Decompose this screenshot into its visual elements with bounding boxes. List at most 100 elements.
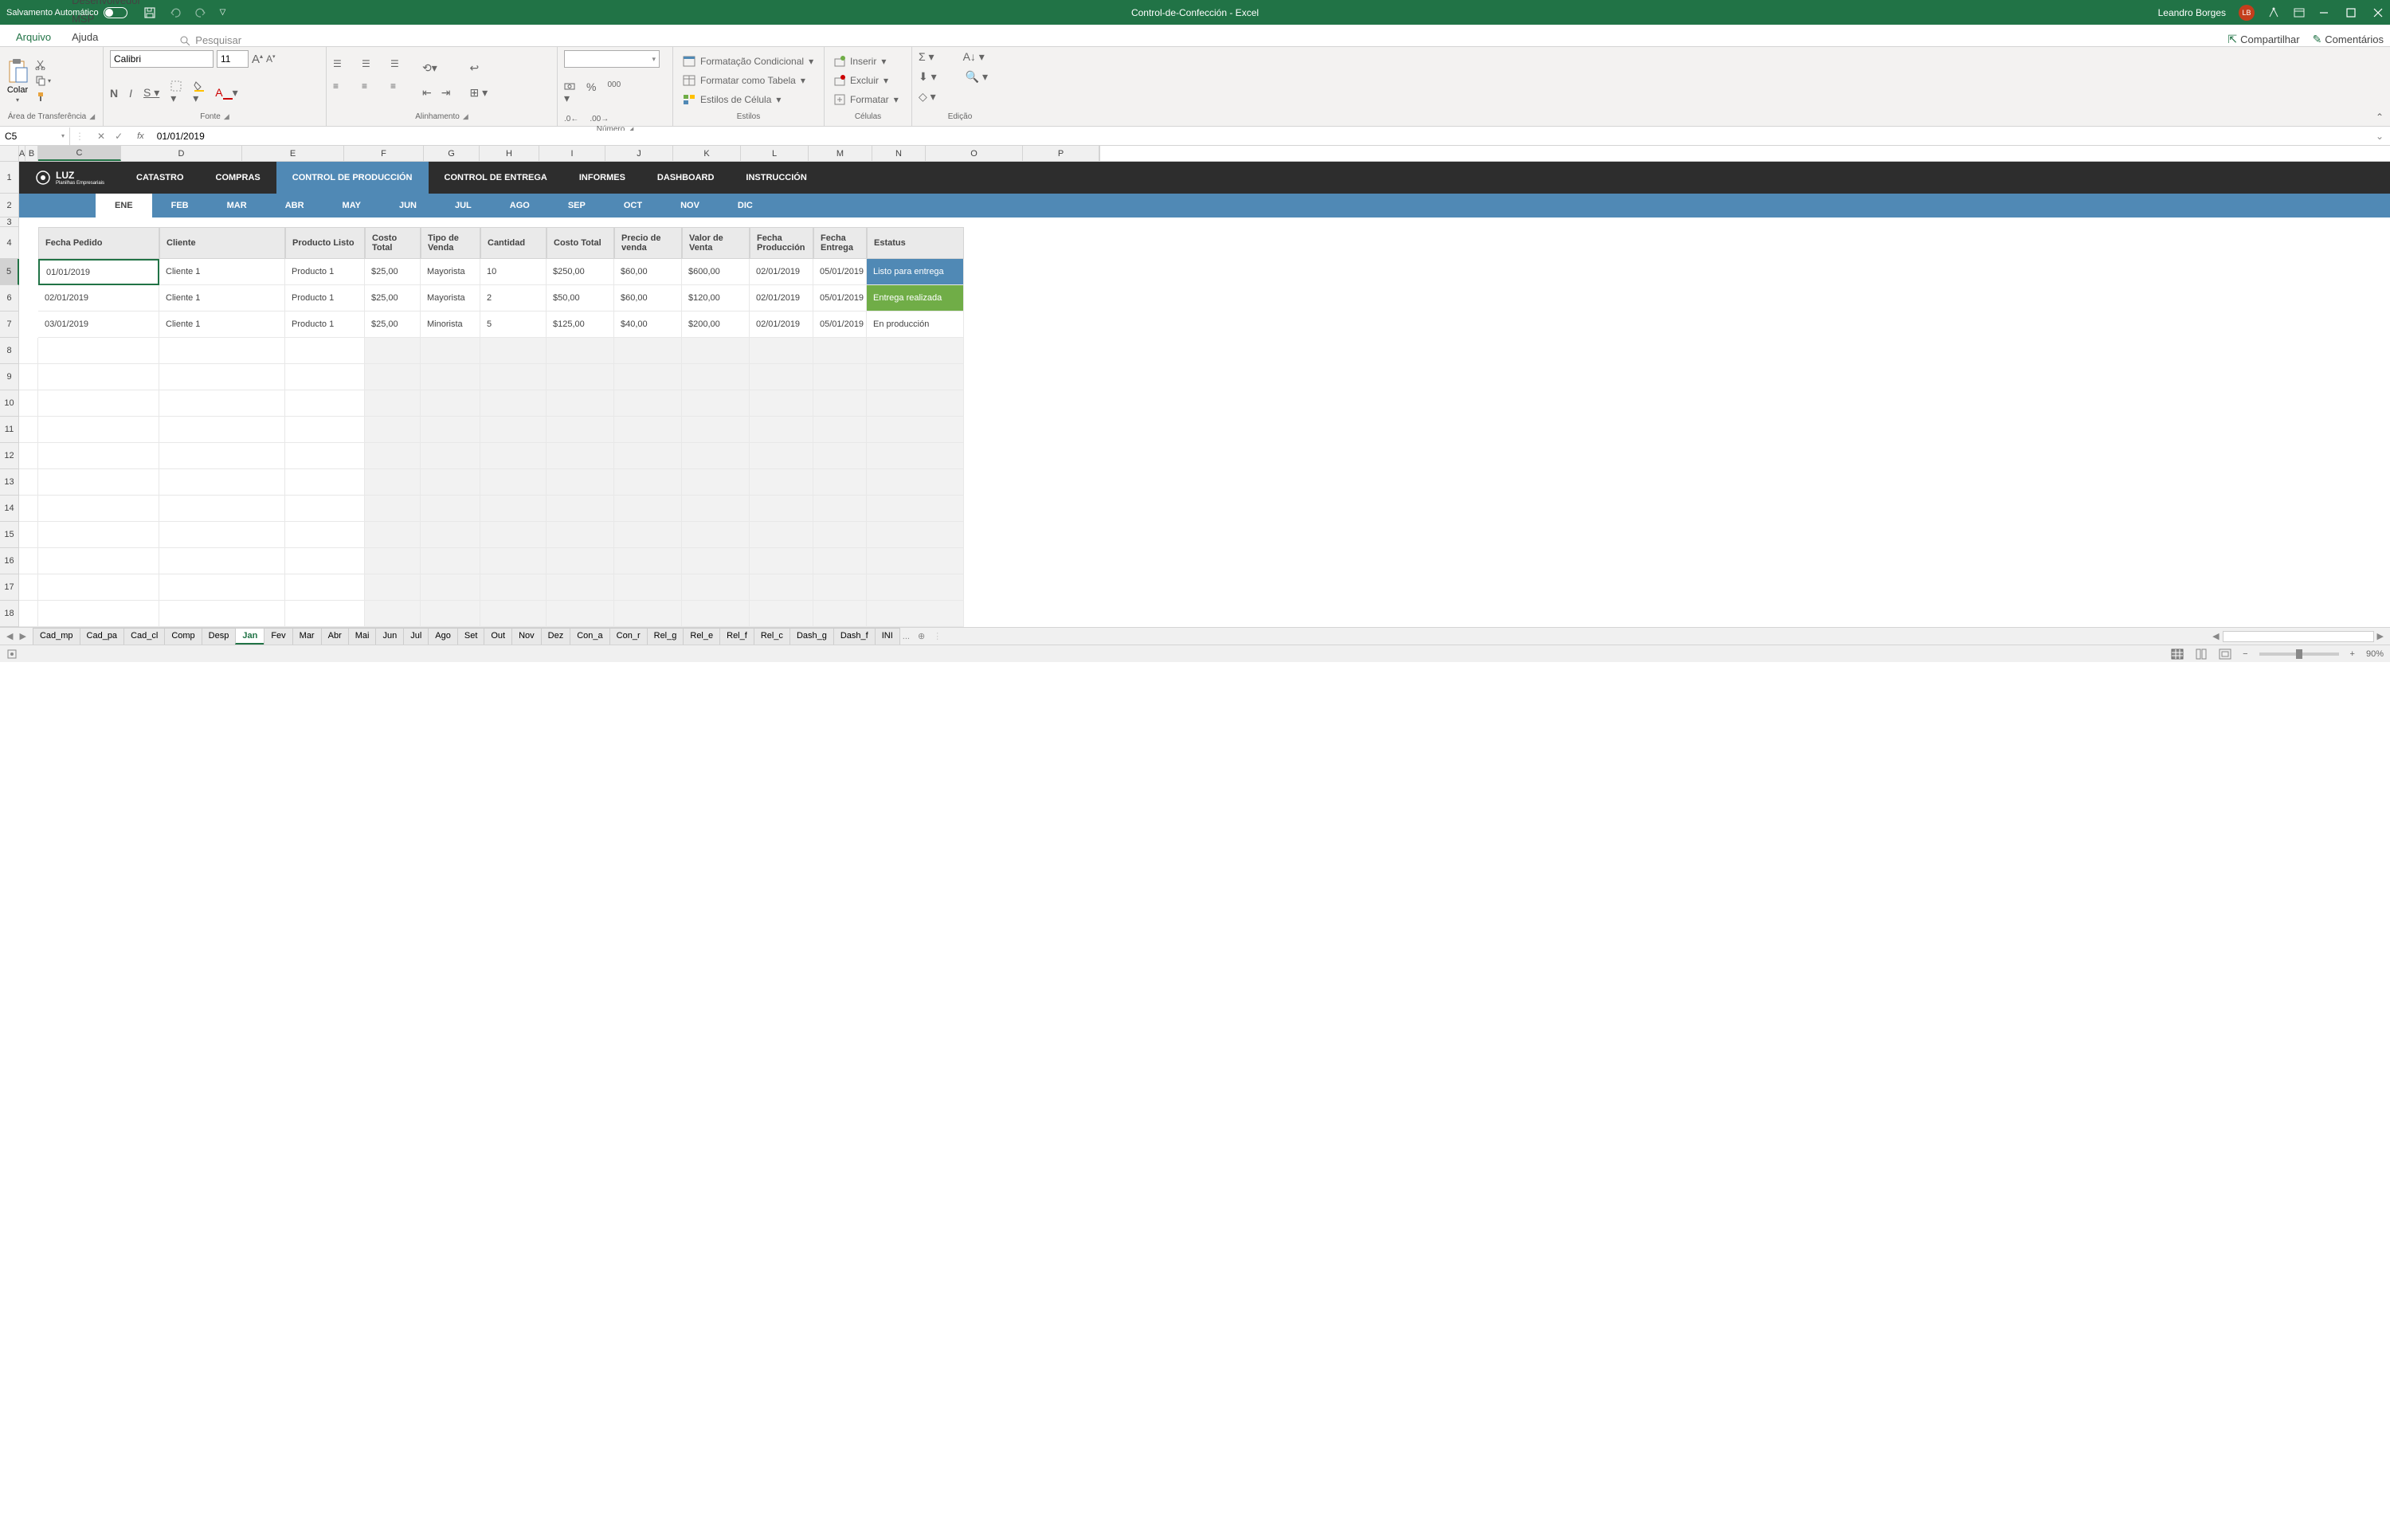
find-button[interactable]: 🔍 ▾ <box>966 70 988 84</box>
ribbon-tab-ajuda[interactable]: Ajuda <box>61 28 163 46</box>
empty-cell[interactable] <box>365 443 421 469</box>
empty-cell[interactable] <box>750 443 813 469</box>
empty-cell[interactable] <box>867 522 964 548</box>
empty-cell[interactable] <box>750 574 813 601</box>
empty-cell[interactable] <box>750 364 813 390</box>
row-header-15[interactable]: 15 <box>0 522 19 548</box>
table-cell[interactable]: Producto 1 <box>285 312 365 338</box>
hscroll-left-icon[interactable]: ◀ <box>2212 631 2219 641</box>
hscroll-right-icon[interactable]: ▶ <box>2377 631 2384 641</box>
table-cell[interactable]: Listo para entrega <box>867 259 964 285</box>
table-cell[interactable]: En producción <box>867 312 964 338</box>
sheet-tab-rel_f[interactable]: Rel_f <box>719 628 754 645</box>
sheet-tab-comp[interactable]: Comp <box>164 628 202 645</box>
sheet-tab-desp[interactable]: Desp <box>202 628 237 645</box>
paste-button[interactable]: Colar ▾ <box>6 58 29 104</box>
italic-button[interactable]: I <box>129 87 132 100</box>
col-header-D[interactable]: D <box>121 146 242 161</box>
nav-item-control-de-entrega[interactable]: CONTROL DE ENTREGA <box>429 162 563 194</box>
empty-cell[interactable] <box>38 338 159 364</box>
empty-cell[interactable] <box>365 417 421 443</box>
font-size-select[interactable] <box>217 50 249 68</box>
decrease-font-icon[interactable]: A▾ <box>266 53 276 65</box>
month-tab-dic[interactable]: DIC <box>719 194 772 217</box>
nav-item-compras[interactable]: COMPRAS <box>200 162 276 194</box>
orientation-button[interactable]: ⟲▾ <box>422 61 450 75</box>
empty-cell[interactable] <box>38 574 159 601</box>
record-macro-icon[interactable] <box>6 649 18 660</box>
empty-cell[interactable] <box>614 338 682 364</box>
empty-cell[interactable] <box>159 443 285 469</box>
sheet-tab-rel_g[interactable]: Rel_g <box>647 628 684 645</box>
col-header-L[interactable]: L <box>741 146 809 161</box>
sheet-tab-ini[interactable]: INI <box>875 628 900 645</box>
sheet-tab-abr[interactable]: Abr <box>321 628 349 645</box>
expand-formula-icon[interactable]: ⌄ <box>2369 131 2390 142</box>
sheet-tab-ago[interactable]: Ago <box>428 628 458 645</box>
empty-cell[interactable] <box>813 548 867 574</box>
sheet-tab-con_a[interactable]: Con_a <box>570 628 609 645</box>
save-icon[interactable] <box>143 6 156 19</box>
conditional-format-button[interactable]: Formatação Condicional▾ <box>680 54 817 69</box>
table-cell[interactable]: Mayorista <box>421 285 480 312</box>
coming-soon-icon[interactable] <box>2267 6 2280 19</box>
col-header-I[interactable]: I <box>539 146 605 161</box>
empty-cell[interactable] <box>813 496 867 522</box>
table-cell[interactable]: 05/01/2019 <box>813 285 867 312</box>
col-header-E[interactable]: E <box>242 146 344 161</box>
table-cell[interactable]: Cliente 1 <box>159 312 285 338</box>
table-cell[interactable]: 05/01/2019 <box>813 259 867 285</box>
empty-cell[interactable] <box>547 574 614 601</box>
col-header-M[interactable]: M <box>809 146 872 161</box>
row-header-4[interactable]: 4 <box>0 227 19 259</box>
sheet-tab-jul[interactable]: Jul <box>403 628 429 645</box>
insert-cells-button[interactable]: Inserir▾ <box>831 54 902 69</box>
increase-font-icon[interactable]: A▴ <box>252 53 263 66</box>
empty-cell[interactable] <box>750 417 813 443</box>
empty-cell[interactable] <box>480 601 547 627</box>
decrease-decimal-icon[interactable]: .00→ <box>590 115 609 123</box>
sheet-tab-dash_g[interactable]: Dash_g <box>789 628 834 645</box>
table-cell[interactable]: 02/01/2019 <box>750 259 813 285</box>
empty-cell[interactable] <box>682 338 750 364</box>
sheet-tab-rel_c[interactable]: Rel_c <box>754 628 790 645</box>
empty-cell[interactable] <box>421 548 480 574</box>
tell-me-search[interactable]: Pesquisar <box>179 34 241 46</box>
empty-cell[interactable] <box>867 496 964 522</box>
empty-cell[interactable] <box>867 443 964 469</box>
table-cell[interactable]: $600,00 <box>682 259 750 285</box>
empty-cell[interactable] <box>421 574 480 601</box>
empty-cell[interactable] <box>547 522 614 548</box>
table-cell[interactable]: Producto 1 <box>285 259 365 285</box>
empty-cell[interactable] <box>614 496 682 522</box>
row-header-10[interactable]: 10 <box>0 390 19 417</box>
row-header-3[interactable]: 3 <box>0 217 19 227</box>
empty-cell[interactable] <box>285 574 365 601</box>
empty-cell[interactable] <box>365 496 421 522</box>
font-color-button[interactable]: A▾ <box>215 86 237 100</box>
col-header-N[interactable]: N <box>872 146 926 161</box>
table-cell[interactable]: 02/01/2019 <box>750 312 813 338</box>
empty-cell[interactable] <box>285 364 365 390</box>
empty-cell[interactable] <box>159 496 285 522</box>
table-cell[interactable]: $250,00 <box>547 259 614 285</box>
table-cell[interactable]: $25,00 <box>365 312 421 338</box>
page-layout-view-icon[interactable] <box>2195 649 2208 660</box>
row-header-9[interactable]: 9 <box>0 364 19 390</box>
empty-cell[interactable] <box>480 469 547 496</box>
empty-cell[interactable] <box>614 443 682 469</box>
empty-cell[interactable] <box>750 338 813 364</box>
fx-icon[interactable]: fx <box>131 131 151 141</box>
empty-cell[interactable] <box>365 469 421 496</box>
sheet-tab-con_r[interactable]: Con_r <box>609 628 648 645</box>
row-header-18[interactable]: 18 <box>0 601 19 627</box>
empty-cell[interactable] <box>159 469 285 496</box>
empty-cell[interactable] <box>867 548 964 574</box>
empty-cell[interactable] <box>480 496 547 522</box>
empty-cell[interactable] <box>480 338 547 364</box>
empty-cell[interactable] <box>867 469 964 496</box>
table-cell[interactable]: $125,00 <box>547 312 614 338</box>
empty-cell[interactable] <box>750 390 813 417</box>
empty-cell[interactable] <box>480 364 547 390</box>
month-tab-oct[interactable]: OCT <box>605 194 661 217</box>
